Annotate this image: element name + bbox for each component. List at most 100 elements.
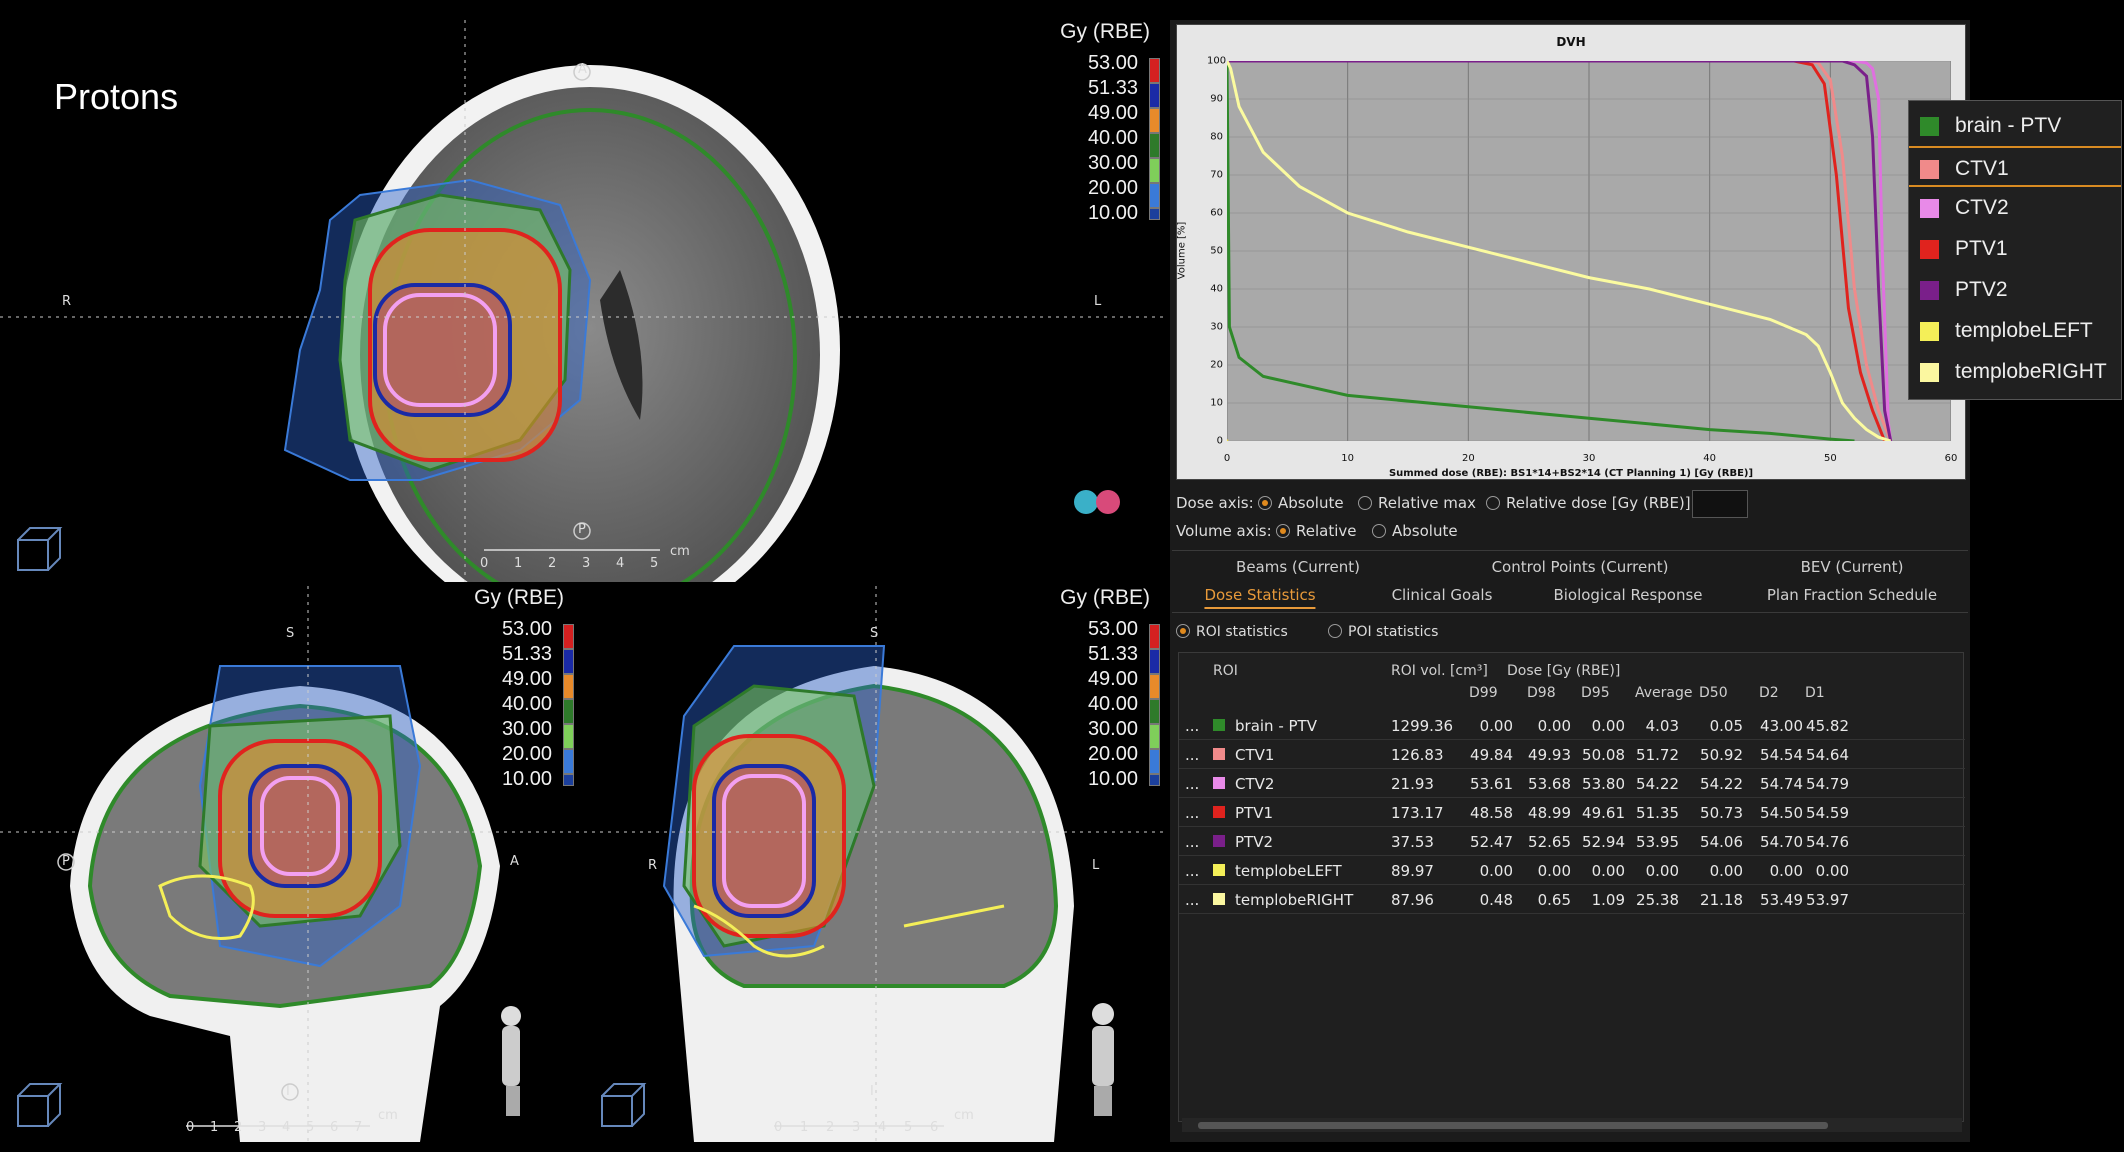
roi-color-swatch: [1213, 835, 1225, 847]
dose-value: 48.99: [1528, 804, 1571, 822]
roi-legend-label: templobeLEFT: [1955, 319, 2093, 342]
y-tick-label: 80: [1210, 131, 1223, 143]
roi-legend-item[interactable]: PTV2: [1909, 269, 2121, 310]
roi-legend-item[interactable]: brain - PTV: [1909, 105, 2121, 146]
dose-value: 52.47: [1470, 833, 1513, 851]
tab-plan-fraction-schedule[interactable]: Plan Fraction Schedule: [1767, 586, 1937, 604]
table-hscrollbar[interactable]: [1182, 1118, 1962, 1132]
radio-icon[interactable]: [1486, 496, 1500, 510]
volume-axis-relative[interactable]: Relative: [1276, 522, 1357, 540]
x-tick-label: 40: [1703, 453, 1717, 464]
tab-control-points[interactable]: Control Points (Current): [1492, 558, 1669, 576]
orient-right: L: [1094, 294, 1102, 309]
table-row[interactable]: ... CTV1 126.83 49.84 49.93 50.08 51.72 50.92 54…: [1179, 740, 1965, 769]
ruler-ticks: 0 1 2 3 4 5 6 7 cm: [186, 1108, 398, 1135]
dose-legend: Gy (RBE) 53.00 51.33 49.00 40.00 30.00 2…: [474, 586, 574, 796]
x-tick-label: 20: [1461, 453, 1475, 464]
roi-volume: 89.97: [1391, 862, 1434, 880]
coronal-view[interactable]: S I R L 0 1 2 3 4 5 6 cm Gy (RBE) 53.00 …: [584, 586, 1166, 1142]
dose-value: 52.94: [1582, 833, 1625, 851]
roi-volume: 1299.36: [1391, 717, 1454, 735]
dose-value: 25.38: [1636, 891, 1679, 909]
relative-dose-input[interactable]: [1692, 490, 1748, 518]
roi-legend-label: PTV1: [1955, 237, 2008, 260]
table-row[interactable]: ... brain - PTV 1299.36 0.00 0.00 0.00 4.03 0.0…: [1179, 711, 1965, 740]
table-row[interactable]: ... PTV2 37.53 52.47 52.65 52.94 53.95 54.06 54.…: [1179, 827, 1965, 856]
cube-icon: [601, 1083, 647, 1127]
y-tick-label: 0: [1216, 435, 1223, 447]
dose-value: 4.03: [1645, 717, 1679, 735]
y-tick-label: 10: [1210, 397, 1223, 409]
roi-name: brain - PTV: [1235, 717, 1317, 735]
roi-volume: 126.83: [1391, 746, 1444, 764]
dose-value: 54.79: [1806, 775, 1849, 793]
roi-legend-item[interactable]: CTV1: [1909, 146, 2121, 187]
table-row[interactable]: ... CTV2 21.93 53.61 53.68 53.80 54.22 54.22 54.…: [1179, 769, 1965, 798]
roi-statistics-radio[interactable]: ROI statistics: [1176, 624, 1288, 640]
radio-icon[interactable]: [1358, 496, 1372, 510]
poi-statistics-radio[interactable]: POI statistics: [1328, 624, 1438, 640]
orient-right: A: [510, 854, 519, 869]
row-menu-icon[interactable]: ...: [1185, 833, 1199, 851]
dose-value: 43.00: [1760, 717, 1803, 735]
volume-axis-absolute[interactable]: Absolute: [1372, 522, 1458, 540]
radio-icon[interactable]: [1328, 624, 1342, 638]
tab-beams[interactable]: Beams (Current): [1236, 558, 1360, 576]
roi-legend-item[interactable]: templobeLEFT: [1909, 310, 2121, 351]
dose-value: 49.61: [1582, 804, 1625, 822]
dose-value: 53.97: [1806, 891, 1849, 909]
roi-volume: 21.93: [1391, 775, 1434, 793]
roi-legend-item[interactable]: PTV1: [1909, 228, 2121, 269]
roi-name: templobeLEFT: [1235, 862, 1342, 880]
radio-icon[interactable]: [1372, 524, 1386, 538]
table-row[interactable]: ... templobeRIGHT 87.96 0.48 0.65 1.09 25.38 21…: [1179, 885, 1965, 914]
roi-color-swatch: [1920, 363, 1939, 382]
cube-icon: [17, 1083, 63, 1127]
x-tick-label: 60: [1944, 453, 1958, 464]
roi-color-swatch: [1213, 719, 1225, 731]
figure-icon: [1092, 1003, 1114, 1116]
table-row[interactable]: ... templobeLEFT 89.97 0.00 0.00 0.00 0.00 0.00…: [1179, 856, 1965, 885]
roi-legend-item[interactable]: templobeRIGHT: [1909, 351, 2121, 392]
scroll-thumb[interactable]: [1198, 1122, 1828, 1129]
orient-top: A: [578, 62, 587, 77]
tab-biological-response[interactable]: Biological Response: [1553, 586, 1702, 604]
dose-value: 53.49: [1760, 891, 1803, 909]
dose-value: 0.00: [1537, 862, 1571, 880]
dose-value: 0.00: [1591, 862, 1625, 880]
dose-axis-relative-max[interactable]: Relative max: [1358, 494, 1476, 512]
row-menu-icon[interactable]: ...: [1185, 862, 1199, 880]
dvh-roi-legend: brain - PTV CTV1 CTV2 PTV1 PTV2 templobeLEFT t…: [1908, 100, 2122, 400]
roi-color-swatch: [1213, 777, 1225, 789]
row-menu-icon[interactable]: ...: [1185, 804, 1199, 822]
dvh-title: DVH: [1556, 35, 1586, 49]
roi-color-swatch: [1213, 864, 1225, 876]
table-row[interactable]: ... PTV1 173.17 48.58 48.99 49.61 51.35 50.73 54…: [1179, 798, 1965, 827]
row-menu-icon[interactable]: ...: [1185, 717, 1199, 735]
axial-view[interactable]: Protons A P R L 0 1 2 3 4 5 cm Gy (RBE) …: [0, 20, 1166, 582]
dose-value: 0.00: [1591, 717, 1625, 735]
dose-value: 0.00: [1479, 862, 1513, 880]
roi-color-swatch: [1920, 322, 1939, 341]
col-roi: ROI: [1213, 663, 1238, 679]
dose-axis-absolute[interactable]: Absolute: [1258, 494, 1344, 512]
y-tick-label: 60: [1210, 207, 1223, 219]
radio-icon[interactable]: [1176, 624, 1190, 638]
sagittal-view[interactable]: S I P A 0 1 2 3 4 5 6 7 cm Gy (RBE) 53.0…: [0, 586, 580, 1142]
dose-value: 54.54: [1760, 746, 1803, 764]
row-menu-icon[interactable]: ...: [1185, 746, 1199, 764]
roi-color-swatch: [1920, 117, 1939, 136]
col-d1: D1: [1805, 685, 1825, 701]
row-menu-icon[interactable]: ...: [1185, 891, 1199, 909]
ruler-ticks: 0 1 2 3 4 5 6 cm: [774, 1108, 974, 1135]
row-menu-icon[interactable]: ...: [1185, 775, 1199, 793]
radio-icon[interactable]: [1276, 524, 1290, 538]
dose-value: 53.68: [1528, 775, 1571, 793]
dose-axis-relative-dose[interactable]: Relative dose [Gy (RBE)]:: [1486, 494, 1696, 512]
tab-bev[interactable]: BEV (Current): [1801, 558, 1904, 576]
dose-value: 49.93: [1528, 746, 1571, 764]
radio-icon[interactable]: [1258, 496, 1272, 510]
roi-legend-item[interactable]: CTV2: [1909, 187, 2121, 228]
tab-clinical-goals[interactable]: Clinical Goals: [1392, 586, 1493, 604]
tab-dose-statistics[interactable]: Dose Statistics: [1204, 586, 1316, 609]
